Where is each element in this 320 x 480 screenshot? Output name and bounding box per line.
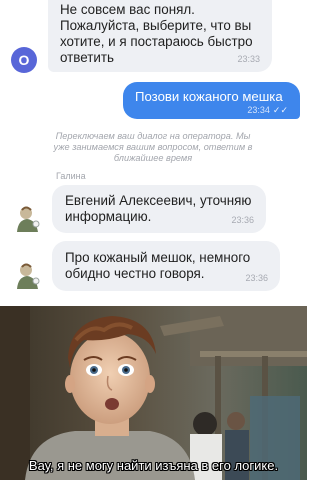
message-line: информацию. xyxy=(65,209,152,224)
message-text: Позови кожаного мешка xyxy=(135,89,283,104)
operator-name: Галина xyxy=(56,171,86,181)
message-line: Про кожаный мешок, немного xyxy=(65,250,251,265)
operator-avatar-icon xyxy=(17,206,40,232)
message-line: ответить xyxy=(60,50,114,65)
message-line: хотите, и я постараюсь быстро xyxy=(60,34,253,49)
operator-avatar xyxy=(14,204,42,234)
operator-message-bubble: Евгений Алексеевич, уточняю информацию. … xyxy=(52,185,266,233)
meme-caption: Вау, я не могу найти изъяна в его логике… xyxy=(28,458,279,473)
operator-avatar-icon xyxy=(17,263,40,289)
message-time-status: 23:34 ✓✓ xyxy=(247,105,288,115)
message-line: Не совсем вас понял. xyxy=(60,2,195,17)
notice-line: уже занимаемся вашим вопросом, ответим в xyxy=(53,142,253,152)
message-line: Пожалуйста, выберите, что вы xyxy=(60,18,252,33)
user-message-bubble: Позови кожаного мешка 23:34 ✓✓ xyxy=(123,82,300,119)
operator-avatar xyxy=(14,261,42,291)
message-time: 23:33 xyxy=(237,54,260,64)
message-time: 23:34 xyxy=(247,105,270,115)
message-time: 23:36 xyxy=(245,273,268,283)
bot-avatar: O xyxy=(11,47,37,73)
operator-message-bubble: Про кожаный мешок, немного обидно честно… xyxy=(52,241,280,291)
message-line: Евгений Алексеевич, уточняю xyxy=(65,193,252,208)
bot-message-bubble: Не совсем вас понял. Пожалуйста, выберит… xyxy=(48,0,272,72)
bot-avatar-letter: O xyxy=(18,52,30,68)
notice-line: Переключаем ваш диалог на оператора. Мы xyxy=(55,131,251,141)
chat-screenshot: Не совсем вас понял. Пожалуйста, выберит… xyxy=(0,0,307,306)
boy-surprised-photo xyxy=(0,306,307,480)
system-notice: Переключаем ваш диалог на оператора. Мы … xyxy=(28,131,278,164)
notice-line: ближайшее время xyxy=(113,153,193,163)
message-time: 23:36 xyxy=(231,215,254,225)
double-check-icon: ✓✓ xyxy=(272,105,288,115)
meme-photo xyxy=(0,306,307,480)
message-line: обидно честно говоря. xyxy=(65,266,205,281)
